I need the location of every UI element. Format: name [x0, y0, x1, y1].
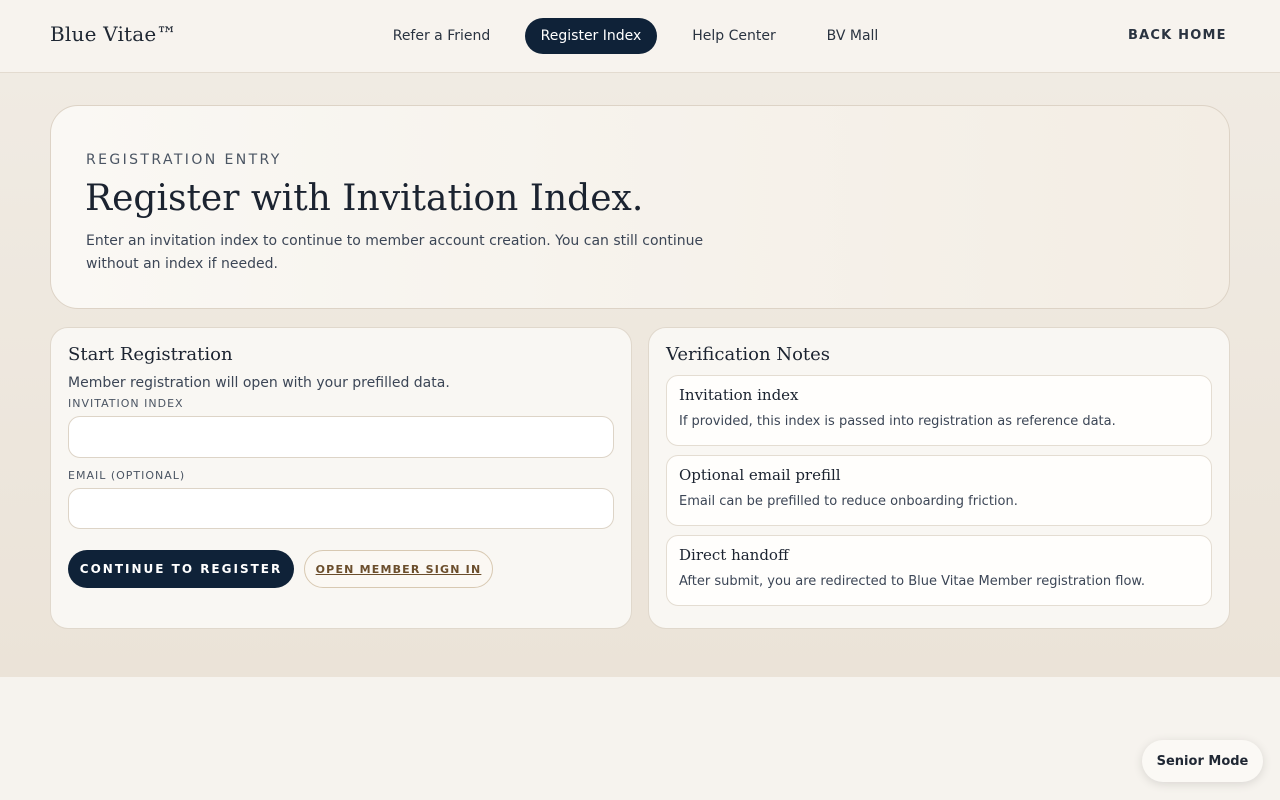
note-body: If provided, this index is passed into r… — [679, 414, 1116, 429]
main-nav: Refer a Friend Register Index Help Cente… — [0, 18, 1280, 54]
note-body: After submit, you are redirected to Blue… — [679, 574, 1145, 589]
email-label: EMAIL (OPTIONAL) — [68, 469, 186, 482]
nav-help-center[interactable]: Help Center — [678, 18, 790, 54]
nav-refer-a-friend[interactable]: Refer a Friend — [379, 18, 504, 54]
nav-register-index[interactable]: Register Index — [525, 18, 657, 54]
note-direct-handoff: Direct handoff After submit, you are red… — [666, 535, 1212, 606]
senior-mode-button[interactable]: Senior Mode — [1142, 740, 1263, 782]
invitation-index-label: INVITATION INDEX — [68, 397, 184, 410]
note-invitation-index: Invitation index If provided, this index… — [666, 375, 1212, 446]
note-body: Email can be prefilled to reduce onboard… — [679, 494, 1018, 509]
back-home-link[interactable]: BACK HOME — [1128, 28, 1227, 43]
continue-to-register-button[interactable]: CONTINUE TO REGISTER — [68, 550, 294, 588]
start-registration-title: Start Registration — [68, 344, 233, 365]
start-registration-card: Start Registration Member registration w… — [50, 327, 632, 629]
invitation-index-input[interactable] — [68, 416, 614, 458]
note-title: Optional email prefill — [679, 466, 841, 484]
hero-eyebrow: REGISTRATION ENTRY — [86, 152, 282, 168]
email-field[interactable] — [68, 488, 614, 529]
hero-panel: REGISTRATION ENTRY Register with Invitat… — [50, 105, 1230, 309]
open-member-sign-in-button[interactable]: OPEN MEMBER SIGN IN — [304, 550, 493, 588]
start-registration-subtitle: Member registration will open with your … — [68, 375, 450, 391]
nav-bv-mall[interactable]: BV Mall — [812, 18, 893, 54]
top-header: Blue Vitae™ Refer a Friend Register Inde… — [0, 0, 1280, 73]
page-title: Register with Invitation Index. — [85, 178, 644, 219]
note-title: Invitation index — [679, 386, 799, 404]
note-email-prefill: Optional email prefill Email can be pref… — [666, 455, 1212, 526]
verification-notes-card: Verification Notes Invitation index If p… — [648, 327, 1230, 629]
note-title: Direct handoff — [679, 546, 789, 564]
hero-description: Enter an invitation index to continue to… — [86, 233, 704, 272]
verification-notes-title: Verification Notes — [666, 344, 831, 365]
